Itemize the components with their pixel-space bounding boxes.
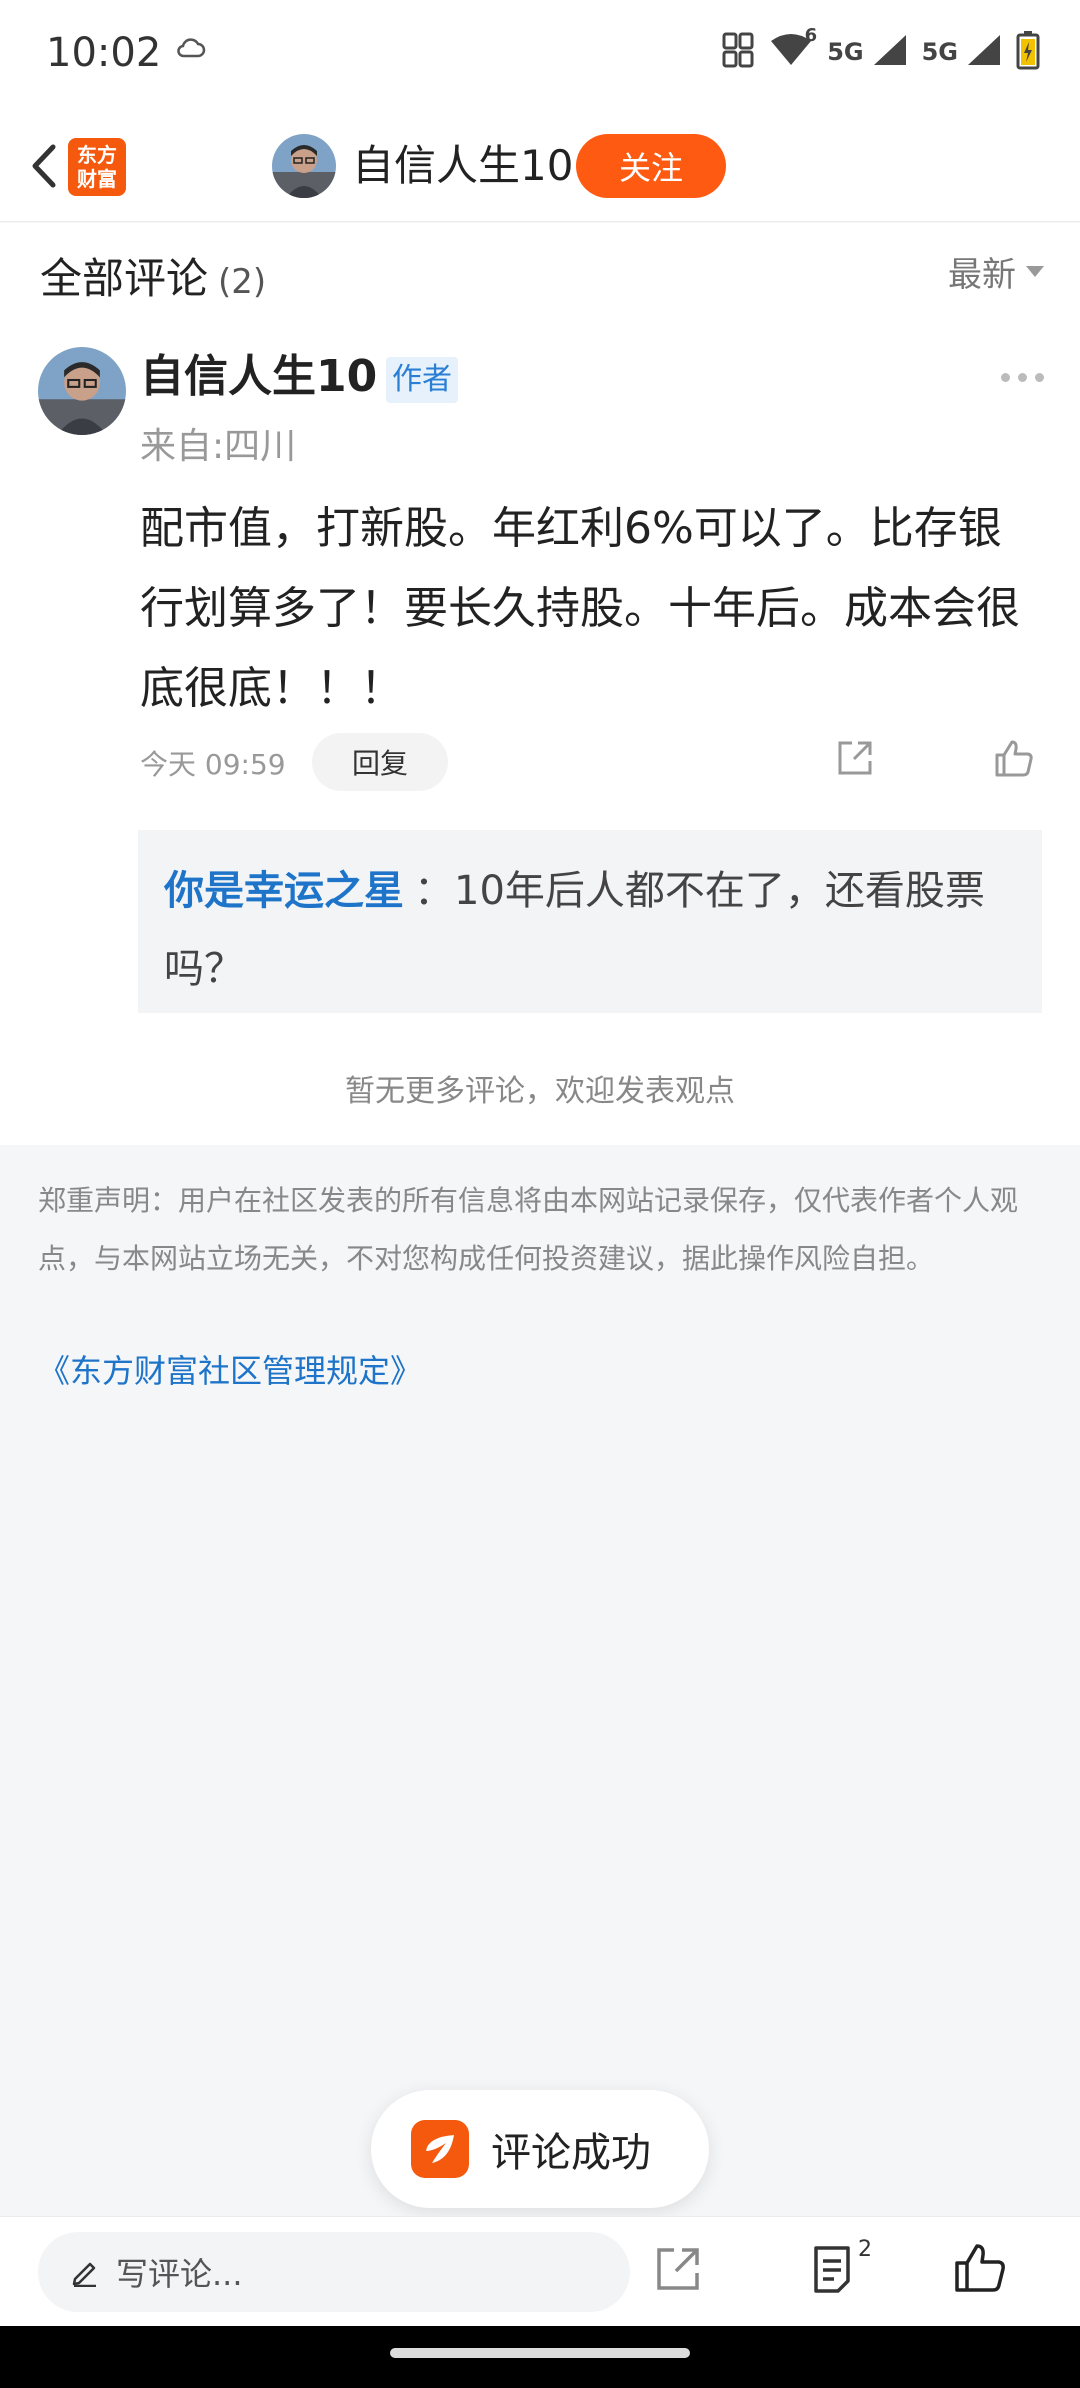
comment-location: 来自:四川 bbox=[140, 426, 297, 467]
comment-user-name[interactable]: 自信人生10 bbox=[140, 349, 377, 405]
comment-placeholder: 写评论... bbox=[116, 2255, 243, 2293]
toast: 评论成功 bbox=[371, 2090, 709, 2208]
sort-dropdown[interactable]: 最新 bbox=[948, 247, 1044, 296]
reply-button[interactable]: 回复 bbox=[312, 733, 448, 791]
nfc-icon bbox=[721, 31, 755, 73]
back-button[interactable] bbox=[16, 132, 72, 200]
bottom-bar: 写评论... 2 bbox=[0, 2216, 1080, 2326]
toast-text: 评论成功 bbox=[491, 2130, 651, 2176]
share-icon[interactable] bbox=[836, 739, 874, 781]
comments-header: 全部评论 (2) bbox=[40, 245, 266, 306]
status-time: 10:02 bbox=[46, 30, 162, 76]
sort-label: 最新 bbox=[948, 255, 1016, 295]
home-indicator[interactable] bbox=[390, 2348, 690, 2358]
network-label-2: 5G bbox=[921, 38, 958, 66]
wifi-label: 6 bbox=[804, 25, 818, 46]
comment-avatar[interactable] bbox=[38, 347, 126, 435]
like-icon[interactable] bbox=[954, 2243, 1006, 2297]
follow-button[interactable]: 关注 bbox=[576, 134, 726, 198]
like-icon[interactable] bbox=[994, 739, 1034, 781]
nav-avatar[interactable] bbox=[272, 134, 336, 198]
reply-box[interactable]: 你是幸运之星 ：10年后人都不在了，还看股票吗？ bbox=[138, 830, 1042, 1013]
cloud-icon bbox=[176, 36, 206, 64]
app-logo-icon bbox=[411, 2120, 469, 2178]
back-arrow-icon bbox=[32, 144, 56, 188]
comments-icon[interactable] bbox=[808, 2243, 856, 2299]
status-icons: 6 5G 5G bbox=[721, 25, 1040, 74]
signal-icon bbox=[966, 33, 1002, 71]
comments-section: 全部评论 (2) 最新 自信人生10 作者 来自:四川 配市值，打新股。年红利6%… bbox=[0, 223, 1080, 1145]
comment-count-badge: 2 bbox=[858, 2237, 872, 2262]
comment-time: 今天 09:59 bbox=[140, 748, 286, 781]
network-label-1: 5G bbox=[827, 38, 864, 66]
reply-content: 你是幸运之星 ：10年后人都不在了，还看股票吗？ bbox=[164, 852, 1016, 1008]
status-bar: 10:02 6 5G 5G bbox=[0, 0, 1080, 110]
signal-icon bbox=[872, 33, 908, 71]
pencil-icon bbox=[72, 2262, 96, 2287]
reply-user-name[interactable]: 你是幸运之星 bbox=[164, 868, 404, 914]
no-more-comments: 暂无更多评论，欢迎发表观点 bbox=[345, 1074, 735, 1109]
top-nav-bar: 东方财富 自信人生10 关注 bbox=[0, 110, 1080, 222]
more-options-button[interactable] bbox=[1001, 373, 1044, 382]
nav-user-name[interactable]: 自信人生10 bbox=[352, 138, 573, 194]
comment-text: 配市值，打新股。年红利6%可以了。比存银行划算多了！要长久持股。十年后。成本会很… bbox=[140, 503, 1020, 714]
dropdown-triangle-icon bbox=[1026, 266, 1044, 277]
share-icon[interactable] bbox=[654, 2245, 702, 2297]
gesture-bar bbox=[0, 2326, 1080, 2388]
app-logo[interactable]: 东方财富 bbox=[68, 138, 126, 196]
disclaimer-text: 郑重声明：用户在社区发表的所有信息将由本网站记录保存，仅代表作者个人观点，与本网… bbox=[38, 1184, 1019, 1275]
comments-count: (2) bbox=[218, 262, 267, 302]
comments-title: 全部评论 bbox=[40, 254, 209, 303]
wifi-icon: 6 bbox=[769, 25, 817, 71]
comment-input[interactable]: 写评论... bbox=[38, 2232, 630, 2312]
author-badge: 作者 bbox=[386, 357, 458, 403]
battery-icon bbox=[1016, 30, 1040, 74]
community-rules-link[interactable]: 《东方财富社区管理规定》 bbox=[38, 1346, 422, 1392]
